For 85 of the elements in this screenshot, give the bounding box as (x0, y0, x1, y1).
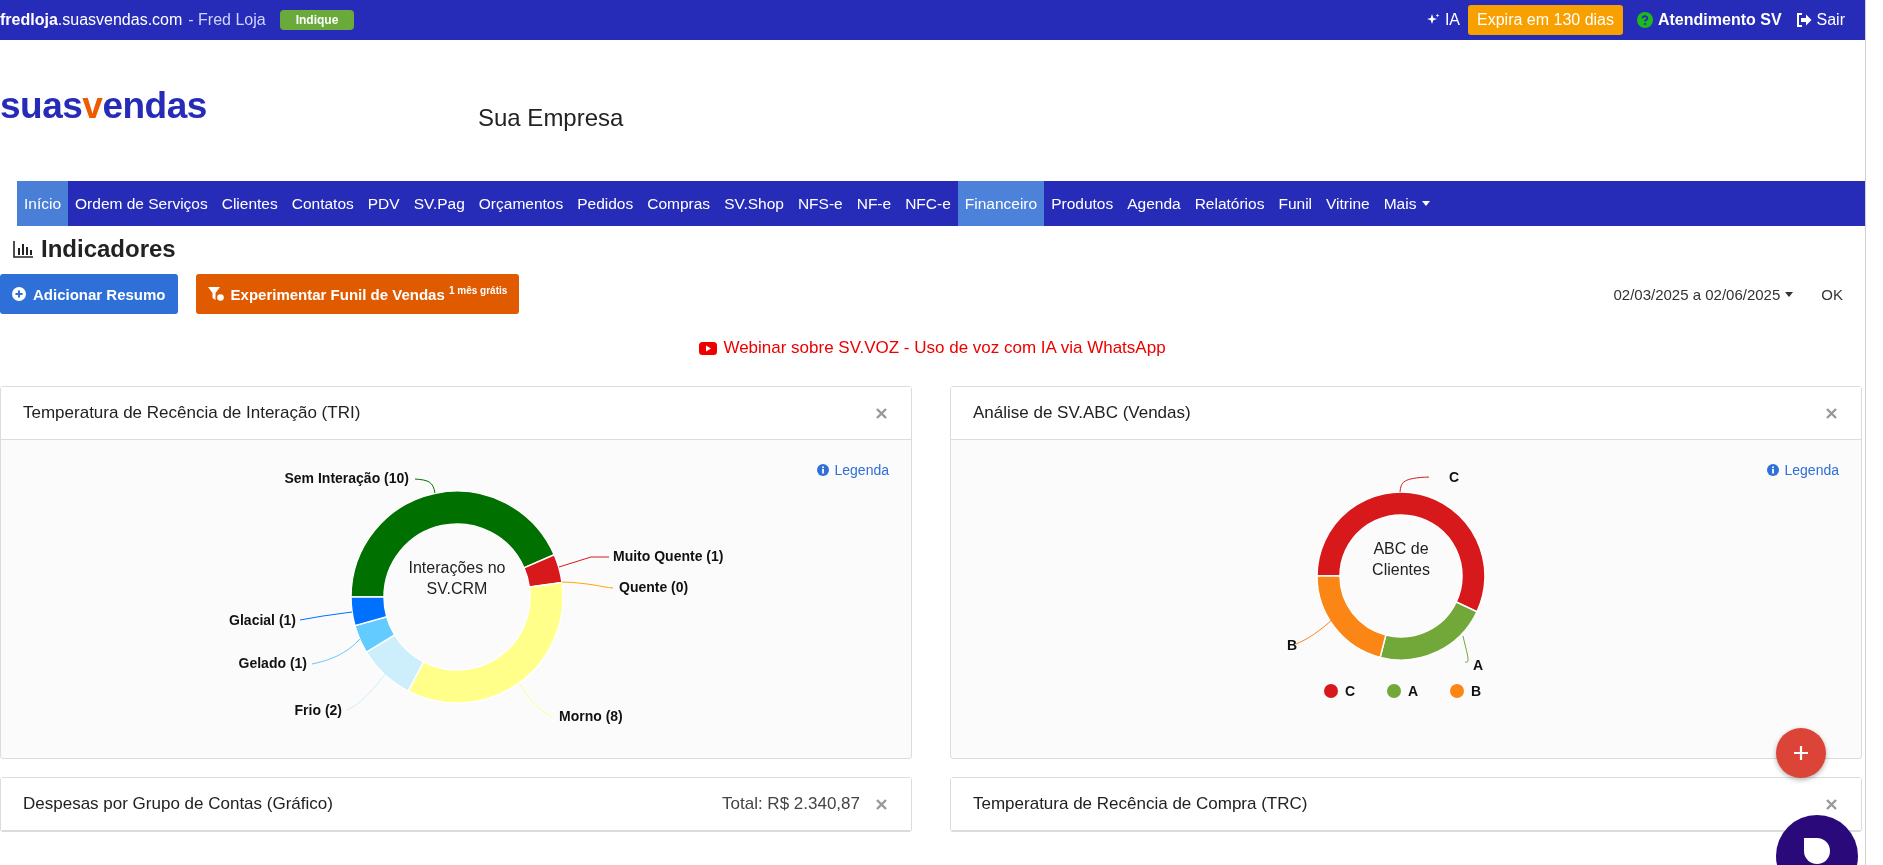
total-amount: Total: R$ 2.340,87 (722, 794, 860, 814)
nav-item[interactable]: Contatos (284, 181, 361, 226)
legend-link[interactable]: Legenda (1767, 462, 1839, 478)
plus-icon (1793, 745, 1809, 761)
close-icon (1826, 798, 1837, 810)
legend-label: A (1408, 683, 1419, 699)
nav-item[interactable]: Vitrine (1319, 181, 1377, 226)
legend-label: C (1345, 683, 1356, 699)
slice-label: Sem Interação (10) (284, 470, 409, 486)
nav-item[interactable]: Compras (640, 181, 718, 226)
funnel-trial-button[interactable]: Experimentar Funil de Vendas $^{1 mês grátis}$ (195, 274, 520, 314)
nav-item[interactable]: PDV (360, 181, 407, 226)
info-icon (817, 464, 830, 476)
nav-item[interactable]: Financeiro (957, 181, 1045, 226)
leader-line (414, 478, 436, 494)
leader-line (558, 556, 610, 568)
close-button[interactable] (1824, 405, 1839, 421)
nav-item[interactable]: Clientes (214, 181, 285, 226)
nav-item[interactable]: Pedidos (570, 181, 641, 226)
nav-item[interactable]: Agenda (1120, 181, 1188, 226)
company-name: Sua Empresa (478, 102, 624, 132)
card-title: Análise de SV.ABC (Vendas) (973, 403, 1192, 423)
logout-button[interactable]: Sair (1795, 11, 1845, 29)
site-address: fredloja.suasvendas.com (0, 11, 183, 29)
leader-line (299, 611, 353, 621)
nav-item[interactable]: Ordem de Serviços (68, 181, 215, 226)
slice-label: Morno (8) (559, 708, 623, 724)
card-title: Despesas por Grupo de Contas (Gráfico) (23, 794, 334, 814)
slice-label: Muito Quente (1) (613, 548, 724, 564)
slice-label: A (1473, 657, 1484, 673)
leader-line (1462, 635, 1469, 663)
nav-item[interactable]: Mais (1376, 181, 1438, 226)
ok-button[interactable]: OK (1815, 284, 1849, 304)
nav-item[interactable]: Relatórios (1187, 181, 1272, 226)
nav-item[interactable]: SV.Shop (717, 181, 791, 226)
slice-label: Frio (2) (294, 702, 342, 718)
nav-item[interactable]: Funil (1271, 181, 1320, 226)
slice-label: Gelado (1) (238, 655, 307, 671)
leader-line (518, 682, 554, 718)
nav-item[interactable]: Orçamentos (471, 181, 571, 226)
nav-item[interactable]: NFS-e (790, 181, 850, 226)
plus-circle-icon (12, 287, 26, 301)
ai-button[interactable]: IA (1425, 11, 1460, 29)
logo[interactable]: suasvendas (0, 84, 478, 137)
close-button[interactable] (1824, 796, 1839, 812)
date-range-dropdown[interactable]: 02/03/2025 a 02/06/2025 (1607, 284, 1800, 304)
slice-label: Glacial (1) (229, 612, 296, 628)
page-title: Indicadores (41, 235, 176, 263)
leader-line (561, 581, 614, 589)
card-title: Temperatura de Recência de Compra (TRC) (973, 794, 1309, 814)
help-icon (1637, 12, 1653, 28)
donut-center-label: ABC de Clientes (1371, 539, 1431, 580)
legend-link[interactable]: Legenda (817, 462, 889, 478)
support-button[interactable]: Atendimento SV (1637, 11, 1782, 29)
logout-icon (1795, 13, 1812, 27)
card-title: Temperatura de Recência de Interação (TRI) (23, 403, 362, 423)
nav-item[interactable]: NFC-e (898, 181, 958, 226)
expiry-badge: Expira em 130 dias (1468, 5, 1623, 35)
close-button[interactable] (874, 796, 889, 812)
video-play-icon (699, 341, 718, 355)
close-icon (876, 798, 887, 810)
add-summary-button[interactable]: Adicionar Resumo (0, 274, 178, 314)
nav-item[interactable]: Início (17, 181, 69, 226)
slice-label: Quente (0) (619, 579, 689, 595)
leader-line (311, 638, 361, 665)
chat-bubble-icon (1803, 837, 1831, 865)
slice-label: B (1287, 637, 1298, 653)
leader-line (1399, 476, 1430, 493)
legend-label: B (1471, 683, 1482, 699)
caret-icon (1785, 291, 1794, 297)
close-icon (1826, 407, 1837, 419)
funnel-icon (207, 287, 224, 301)
bar-chart-icon (13, 240, 33, 258)
add-fab-button[interactable] (1776, 728, 1826, 778)
slice-label: C (1449, 469, 1460, 485)
close-button[interactable] (874, 405, 889, 421)
donut-center-label: Interações no SV.CRM (407, 558, 507, 599)
info-icon (1767, 464, 1780, 476)
user-name: - Fred Loja (188, 11, 266, 29)
webinar-link[interactable]: Webinar sobre SV.VOZ - Uso de voz com IA via WhatsApp (699, 336, 1166, 360)
leader-line (346, 673, 386, 711)
close-icon (876, 407, 887, 419)
nav-item[interactable]: Produtos (1044, 181, 1121, 226)
nav-item[interactable]: SV.Pag (406, 181, 472, 226)
nav-item[interactable]: NF-e (849, 181, 899, 226)
